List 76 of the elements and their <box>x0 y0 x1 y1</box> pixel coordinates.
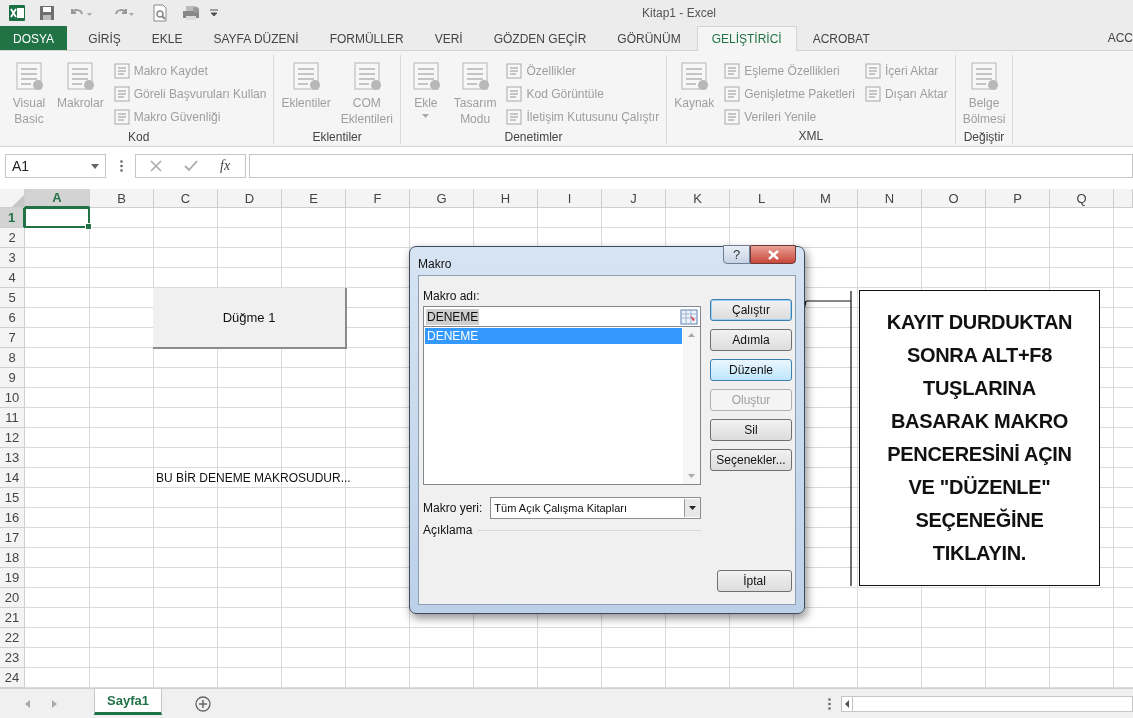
row-header[interactable]: 15 <box>0 488 25 508</box>
ribbon-tab[interactable]: GELİŞTİRİCİ <box>696 26 797 51</box>
account-name[interactable]: ACC <box>1107 31 1133 45</box>
macro-name-field[interactable]: DENEME <box>423 306 701 327</box>
row-header[interactable]: 4 <box>0 268 25 288</box>
ribbon-tab[interactable]: GİRİŞ <box>73 26 136 50</box>
column-header[interactable]: D <box>218 189 282 208</box>
dialog-title: Makro <box>418 257 452 271</box>
group-label: Kod <box>127 129 151 146</box>
row-header[interactable]: 22 <box>0 628 25 648</box>
cell-text: BU BİR DENEME MAKROSUDUR... <box>156 471 351 485</box>
row-header[interactable]: 10 <box>0 388 25 408</box>
row-header[interactable]: 20 <box>0 588 25 608</box>
row-header[interactable]: 18 <box>0 548 25 568</box>
ribbon-tab[interactable]: EKLE <box>136 26 198 50</box>
row-header[interactable]: 16 <box>0 508 25 528</box>
ribbon-tab[interactable]: GÖZDEN GEÇİR <box>478 26 602 50</box>
column-header[interactable]: Q <box>1050 189 1114 208</box>
column-header[interactable]: O <box>922 189 986 208</box>
file-tab[interactable]: DOSYA <box>0 26 68 50</box>
sheet-tab[interactable]: Sayfa1 <box>94 689 162 715</box>
row-header[interactable]: 11 <box>0 408 25 428</box>
row-header[interactable]: 21 <box>0 608 25 628</box>
dialog-button[interactable]: Sil <box>710 419 792 441</box>
help-button[interactable]: ? <box>723 245 750 264</box>
row-header[interactable]: 9 <box>0 368 25 388</box>
row-header[interactable]: 6 <box>0 308 25 328</box>
column-header[interactable]: P <box>986 189 1050 208</box>
row-header[interactable]: 24 <box>0 668 25 688</box>
section-label: Açıklama <box>423 523 473 537</box>
ribbon-tab[interactable]: VERİ <box>419 26 478 50</box>
column-header[interactable]: I <box>538 189 602 208</box>
column-header[interactable]: F <box>346 189 410 208</box>
column-header[interactable]: G <box>410 189 474 208</box>
form-button[interactable]: Düğme 1 <box>153 288 347 349</box>
dialog-button[interactable]: Adımla <box>710 329 792 351</box>
ribbon-tab[interactable]: GÖRÜNÜM <box>602 26 696 50</box>
column-header[interactable]: B <box>90 189 154 208</box>
column-header[interactable]: K <box>666 189 730 208</box>
column-header[interactable]: N <box>858 189 922 208</box>
group-label: Denetimler <box>503 129 564 146</box>
column-header[interactable]: J <box>602 189 666 208</box>
row-header[interactable]: 13 <box>0 448 25 468</box>
row-header[interactable]: 8 <box>0 348 25 368</box>
group-label: XML <box>797 128 825 145</box>
group-label: Eklentiler <box>311 129 363 146</box>
row-header[interactable]: 12 <box>0 428 25 448</box>
row-header[interactable]: 23 <box>0 648 25 668</box>
row-header[interactable]: 1 <box>0 208 25 228</box>
column-header[interactable]: L <box>730 189 794 208</box>
row-header[interactable]: 5 <box>0 288 25 308</box>
window-title: Kitap1 - Excel <box>642 6 717 20</box>
ribbon-tab[interactable]: SAYFA DÜZENİ <box>198 26 314 50</box>
group-label: Değiştir <box>962 129 1006 146</box>
insert-function-button[interactable]: fx <box>220 158 231 174</box>
row-header[interactable]: 7 <box>0 328 25 348</box>
dialog-button[interactable]: Düzenle <box>710 359 792 381</box>
column-header[interactable]: E <box>282 189 346 208</box>
column-header[interactable]: H <box>474 189 538 208</box>
field-label: Makro yeri: <box>423 501 483 515</box>
row-header[interactable]: 3 <box>0 248 25 268</box>
location-dropdown[interactable]: Tüm Açık Çalışma Kitapları <box>490 497 701 519</box>
column-header[interactable]: M <box>794 189 858 208</box>
row-header[interactable]: 14 <box>0 468 25 488</box>
row-header[interactable]: 19 <box>0 568 25 588</box>
ribbon-tab[interactable]: ACROBAT <box>797 26 885 50</box>
cancel-button[interactable]: İptal <box>717 570 792 592</box>
row-header[interactable]: 2 <box>0 228 25 248</box>
ribbon-tab[interactable]: FORMÜLLER <box>314 26 419 50</box>
column-header[interactable]: C <box>154 189 218 208</box>
row-header[interactable]: 17 <box>0 528 25 548</box>
name-box[interactable]: A1 <box>5 154 106 178</box>
dialog-button[interactable]: Çalıştır <box>710 299 792 321</box>
dialog-button[interactable]: Seçenekler... <box>710 449 792 471</box>
field-label: Makro adı: <box>423 289 481 303</box>
callout: KAYIT DURDUKTAN SONRA ALT+F8 TUŞLARINA BASARAK MAKRO PENCERESİNİ AÇIN VE "DÜZENLE" SEÇENEĞİNE TIKLAYIN. <box>859 290 1100 586</box>
